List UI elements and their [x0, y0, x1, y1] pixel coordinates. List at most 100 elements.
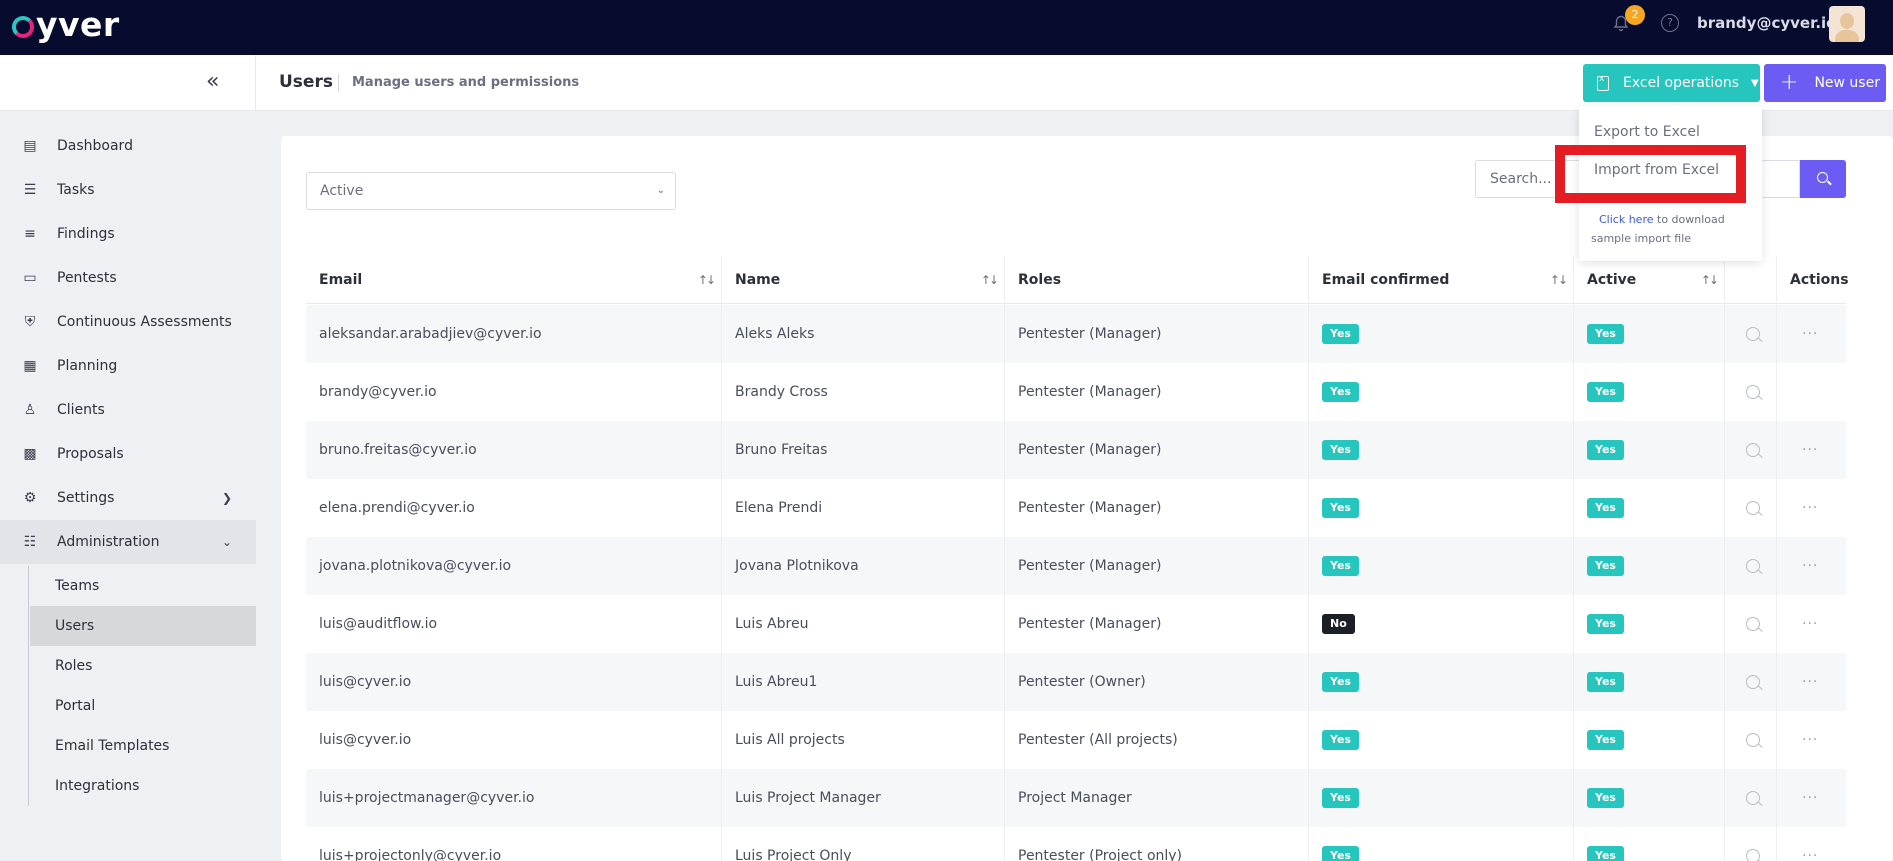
cell-email: elena.prendi@cyver.io: [306, 479, 722, 537]
sidebar-item-administration[interactable]: ☷ Administration ⌄: [0, 520, 256, 564]
new-user-button[interactable]: + New user: [1764, 64, 1886, 102]
cell-actions: ···: [1777, 827, 1846, 861]
more-actions-icon[interactable]: ···: [1802, 500, 1818, 516]
more-actions-icon[interactable]: ···: [1802, 326, 1818, 342]
cell-email-text: jovana.plotnikova@cyver.io: [319, 558, 512, 574]
cell-email: luis+projectonly@cyver.io: [306, 827, 722, 861]
view-user-search-icon[interactable]: [1746, 559, 1760, 573]
more-actions-icon[interactable]: ···: [1802, 848, 1818, 861]
sidebar-subitem-users[interactable]: Users: [30, 606, 256, 646]
view-user-search-icon[interactable]: [1746, 501, 1760, 515]
view-user-search-icon[interactable]: [1746, 849, 1760, 861]
view-user-search-icon[interactable]: [1746, 443, 1760, 457]
table-row[interactable]: aleksandar.arabadjiev@cyver.io Aleks Alek…: [306, 305, 1846, 363]
cell-email-text: elena.prendi@cyver.io: [319, 500, 475, 516]
sort-icon[interactable]: ↑↓: [1701, 273, 1719, 287]
sidebar-item-continuous-assessments[interactable]: ⛨ Continuous Assessments: [0, 300, 256, 344]
column-header-email[interactable]: Email ↑↓: [306, 256, 722, 304]
cell-role: Pentester (Manager): [1005, 363, 1309, 421]
sidebar-item-planning[interactable]: ▦ Planning: [0, 344, 256, 388]
sidebar-item-settings[interactable]: ⚙ Settings ❯: [0, 476, 256, 520]
more-actions-icon[interactable]: ···: [1802, 616, 1818, 632]
page-subtitle: Manage users and permissions: [352, 75, 580, 90]
sample-file-link[interactable]: Click here: [1599, 213, 1654, 226]
sidebar-item-dashboard[interactable]: ▤ Dashboard: [0, 124, 256, 168]
cell-email-confirmed: Yes: [1309, 363, 1574, 421]
avatar-body: [1835, 30, 1859, 42]
sidebar-item-clients[interactable]: ♙ Clients: [0, 388, 256, 432]
view-user-search-icon[interactable]: [1746, 327, 1760, 341]
logo-text: yver: [36, 4, 120, 44]
import-from-excel-item[interactable]: Import from Excel: [1594, 162, 1719, 178]
cell-email-confirmed: Yes: [1309, 827, 1574, 861]
cell-active: Yes: [1574, 421, 1725, 479]
more-actions-icon[interactable]: ···: [1802, 674, 1818, 690]
export-to-excel-item[interactable]: Export to Excel: [1594, 124, 1700, 140]
user-email[interactable]: brandy@cyver.io: [1697, 14, 1836, 32]
more-actions-icon[interactable]: ···: [1802, 732, 1818, 748]
sort-icon[interactable]: ↑↓: [1550, 273, 1568, 287]
sort-icon[interactable]: ↑↓: [981, 273, 999, 287]
more-actions-icon[interactable]: ···: [1802, 558, 1818, 574]
more-actions-icon[interactable]: ···: [1802, 442, 1818, 458]
collapse-sidebar-icon[interactable]: «: [206, 71, 230, 95]
table-row[interactable]: luis@cyver.io Luis All projects Pentester …: [306, 711, 1846, 769]
table-row[interactable]: luis+projectmanager@cyver.io Luis Project…: [306, 769, 1846, 827]
sidebar-subitem-label: Portal: [55, 698, 96, 714]
cell-email-confirmed: Yes: [1309, 537, 1574, 595]
cell-role: Pentester (Manager): [1005, 421, 1309, 479]
column-header-email-confirmed[interactable]: Email confirmed ↑↓: [1309, 256, 1574, 304]
cell-active: Yes: [1574, 769, 1725, 827]
sidebar-subitem-email-templates[interactable]: Email Templates: [30, 726, 256, 766]
cell-active: Yes: [1574, 537, 1725, 595]
view-user-search-icon[interactable]: [1746, 675, 1760, 689]
sidebar-item-findings[interactable]: ≡ Findings: [0, 212, 256, 256]
help-icon[interactable]: ?: [1661, 14, 1679, 32]
table-row[interactable]: brandy@cyver.io Brandy Cross Pentester (Ma…: [306, 363, 1846, 421]
cell-role-text: Pentester (Manager): [1018, 500, 1162, 516]
table-row[interactable]: luis+projectonly@cyver.io Luis Project On…: [306, 827, 1846, 861]
cell-email-text: luis@cyver.io: [319, 732, 412, 748]
status-filter-select[interactable]: Active ⌄: [306, 172, 676, 210]
page-header: « Users Manage users and permissions Exc…: [0, 55, 1893, 111]
cell-actions: ···: [1777, 595, 1846, 653]
table-row[interactable]: jovana.plotnikova@cyver.io Jovana Plotnik…: [306, 537, 1846, 595]
cell-role: Pentester (Owner): [1005, 653, 1309, 711]
sidebar-item-pentests[interactable]: ▭ Pentests: [0, 256, 256, 300]
table-row[interactable]: luis@auditflow.io Luis Abreu Pentester (Ma…: [306, 595, 1846, 653]
avatar[interactable]: [1829, 6, 1865, 42]
view-user-search-icon[interactable]: [1746, 733, 1760, 747]
sidebar-item-tasks[interactable]: ☰ Tasks: [0, 168, 256, 212]
cell-role: Project Manager: [1005, 769, 1309, 827]
column-header-name[interactable]: Name ↑↓: [722, 256, 1005, 304]
cell-name-text: Luis Abreu1: [735, 674, 818, 690]
cell-name: Aleks Aleks: [722, 305, 1005, 363]
more-actions-icon[interactable]: ···: [1802, 790, 1818, 806]
column-header-active[interactable]: Active ↑↓: [1574, 256, 1725, 304]
table-row[interactable]: elena.prendi@cyver.io Elena Prendi Pentest…: [306, 479, 1846, 537]
view-user-search-icon[interactable]: [1746, 791, 1760, 805]
sidebar-subitem-roles[interactable]: Roles: [30, 646, 256, 686]
table-row[interactable]: bruno.freitas@cyver.io Bruno Freitas Pente…: [306, 421, 1846, 479]
cyver-logo[interactable]: yver: [12, 4, 120, 44]
sidebar-subitem-integrations[interactable]: Integrations: [30, 766, 256, 806]
sidebar-subitem-teams[interactable]: Teams: [30, 566, 256, 606]
table-row[interactable]: luis@cyver.io Luis Abreu1 Pentester (Owner…: [306, 653, 1846, 711]
active-badge: Yes: [1587, 788, 1624, 808]
cell-active: Yes: [1574, 653, 1725, 711]
excel-operations-button[interactable]: Excel operations ▼: [1583, 64, 1760, 102]
cell-role-text: Pentester (Manager): [1018, 384, 1162, 400]
sidebar-subitem-portal[interactable]: Portal: [30, 686, 256, 726]
sidebar-item-label: Pentests: [57, 270, 117, 286]
sort-icon[interactable]: ↑↓: [698, 273, 716, 287]
pentests-icon: ▭: [23, 270, 37, 286]
cell-name-text: Luis Project Manager: [735, 790, 881, 806]
cell-email-text: luis@cyver.io: [319, 674, 412, 690]
sidebar-item-proposals[interactable]: ▩ Proposals: [0, 432, 256, 476]
view-user-search-icon[interactable]: [1746, 385, 1760, 399]
cell-role-text: Pentester (Project only): [1018, 848, 1183, 861]
view-user-search-icon[interactable]: [1746, 617, 1760, 631]
tasks-icon: ☰: [23, 182, 37, 198]
cell-role-text: Pentester (Manager): [1018, 326, 1162, 342]
search-button[interactable]: [1800, 160, 1846, 198]
